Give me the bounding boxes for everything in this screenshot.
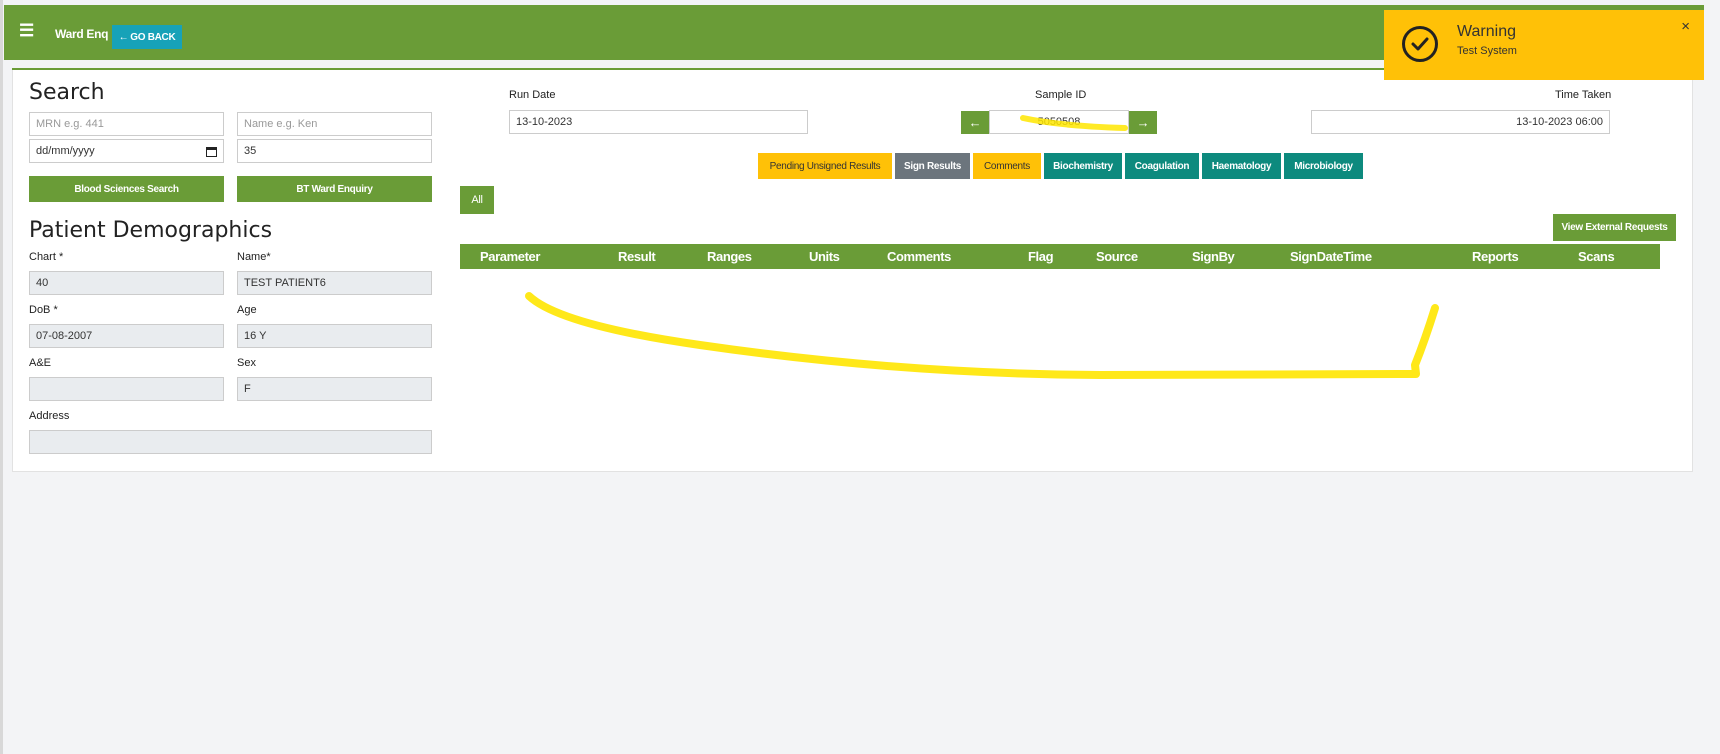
arrow-left-icon: ←: [968, 115, 982, 130]
dob-label: DoB *: [29, 304, 58, 316]
close-icon[interactable]: ×: [1681, 18, 1690, 35]
sex-field[interactable]: F: [237, 377, 432, 401]
chart-label: Chart *: [29, 251, 64, 263]
dob-field[interactable]: 07-08-2007: [29, 324, 224, 348]
name-label: Name*: [237, 251, 271, 263]
warning-toast: Warning Test System ×: [1384, 10, 1704, 80]
run-date-field[interactable]: 13-10-2023: [509, 110, 808, 134]
col-ranges[interactable]: Ranges: [707, 244, 752, 269]
age-label: Age: [237, 304, 257, 316]
col-scans[interactable]: Scans: [1578, 244, 1615, 269]
go-back-button[interactable]: ← GO BACK: [112, 25, 182, 49]
col-reports[interactable]: Reports: [1472, 244, 1519, 269]
search-heading: Search: [29, 80, 105, 105]
menu-icon[interactable]: ☰: [19, 22, 34, 39]
sex-label: Sex: [237, 357, 256, 369]
sample-id-field[interactable]: 5050508: [989, 110, 1129, 134]
col-parameter[interactable]: Parameter: [480, 244, 540, 269]
col-units[interactable]: Units: [809, 244, 840, 269]
time-taken-field[interactable]: 13-10-2023 06:00: [1311, 110, 1610, 134]
date-input[interactable]: dd/mm/yyyy: [29, 139, 224, 163]
col-source[interactable]: Source: [1096, 244, 1138, 269]
demographics-heading: Patient Demographics: [29, 218, 273, 243]
page-title: Ward Enq: [55, 27, 109, 41]
ae-label: A&E: [29, 357, 52, 369]
time-taken-label: Time Taken: [1555, 89, 1612, 101]
view-external-requests-button[interactable]: View External Requests: [1553, 214, 1676, 241]
tab-sign-results[interactable]: Sign Results: [895, 153, 970, 179]
calendar-icon[interactable]: [206, 146, 217, 157]
toast-title: Warning: [1457, 23, 1516, 40]
arrow-left-icon: ←: [118, 31, 129, 43]
col-comments[interactable]: Comments: [887, 244, 951, 269]
arrow-right-icon: →: [1136, 115, 1150, 130]
name-field[interactable]: TEST PATIENT6: [237, 271, 432, 295]
prev-sample-button[interactable]: ←: [961, 111, 989, 134]
all-button[interactable]: All: [460, 186, 494, 214]
bt-ward-enquiry-button[interactable]: BT Ward Enquiry: [237, 176, 432, 202]
col-result[interactable]: Result: [618, 244, 656, 269]
tab-haematology[interactable]: Haematology: [1202, 153, 1281, 179]
col-signdatetime[interactable]: SignDateTime: [1290, 244, 1372, 269]
toast-message: Test System: [1457, 45, 1517, 57]
sample-id-label: Sample ID: [1035, 89, 1087, 101]
blood-sciences-search-button[interactable]: Blood Sciences Search: [29, 176, 224, 202]
mrn-input[interactable]: MRN e.g. 441: [29, 112, 224, 136]
go-back-label: GO BACK: [130, 31, 176, 43]
results-table-header: Parameter Result Ranges Units Comments F…: [460, 244, 1660, 269]
address-field[interactable]: [29, 430, 432, 454]
col-flag[interactable]: Flag: [1028, 244, 1054, 269]
ae-field[interactable]: [29, 377, 224, 401]
tab-microbiology[interactable]: Microbiology: [1284, 153, 1363, 179]
tab-pending-unsigned[interactable]: Pending Unsigned Results: [758, 153, 892, 179]
address-label: Address: [29, 410, 70, 422]
number-input[interactable]: 35: [237, 139, 432, 163]
age-field[interactable]: 16 Y: [237, 324, 432, 348]
col-signby[interactable]: SignBy: [1192, 244, 1235, 269]
tab-biochemistry[interactable]: Biochemistry: [1044, 153, 1122, 179]
tab-coagulation[interactable]: Coagulation: [1125, 153, 1199, 179]
chart-field[interactable]: 40: [29, 271, 224, 295]
check-circle-icon: [1402, 26, 1438, 62]
date-value: dd/mm/yyyy: [36, 145, 95, 157]
window-edge: [0, 0, 3, 754]
run-date-label: Run Date: [509, 89, 556, 101]
name-search-input[interactable]: Name e.g. Ken: [237, 112, 432, 136]
tab-comments[interactable]: Comments: [973, 153, 1041, 179]
next-sample-button[interactable]: →: [1129, 111, 1157, 134]
